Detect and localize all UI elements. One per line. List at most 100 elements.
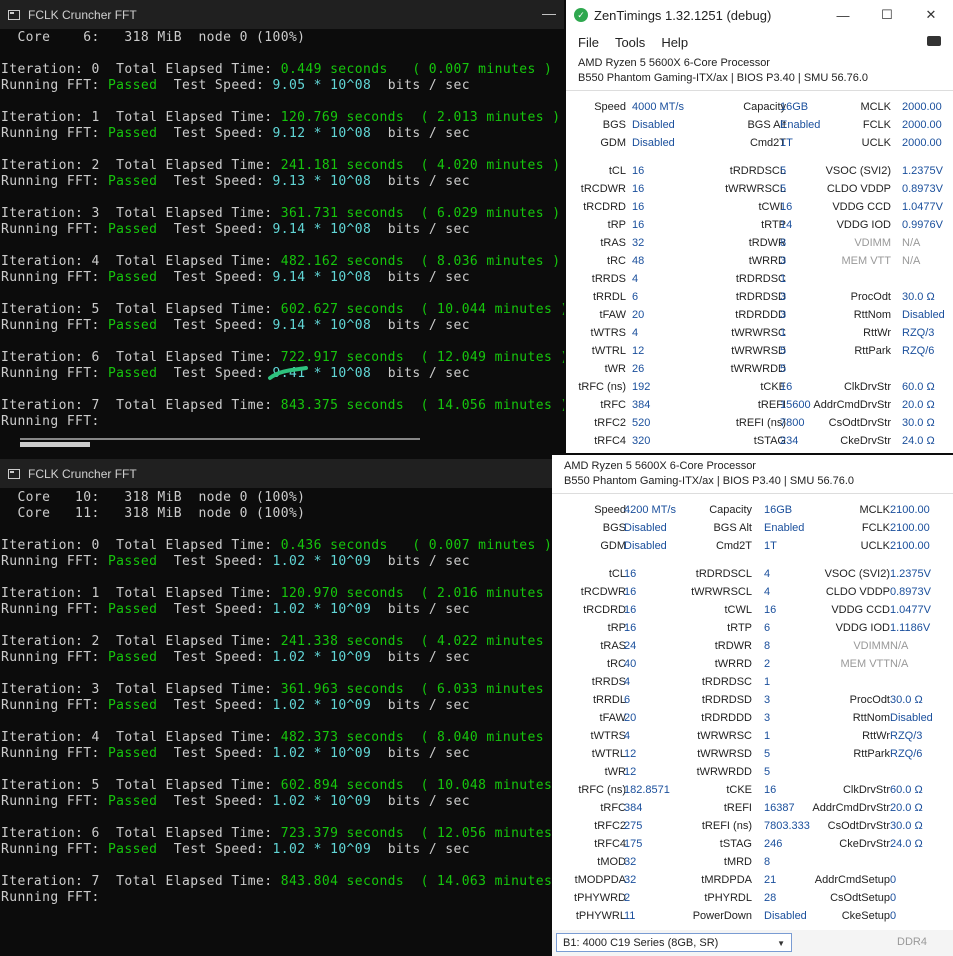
maximize-button[interactable]: ☐ <box>865 0 909 30</box>
timing-value: 4 <box>632 327 639 339</box>
timing-value: 3 <box>764 712 771 724</box>
terminal-text: Running FFT: <box>1 126 108 141</box>
terminal-line: Running FFT: Passed Test Speed: 1.02 * 1… <box>1 602 552 618</box>
zentimings-window-top[interactable]: ✓ ZenTimings 1.32.1251 (debug) — ☐ ✕ Fil… <box>566 0 953 453</box>
timing-label: tPHYWRL <box>575 910 626 922</box>
timing-value: 32 <box>624 874 637 886</box>
screenshot-camera-icon[interactable] <box>927 36 941 46</box>
timing-value: 48 <box>632 255 645 267</box>
timing-value: 175 <box>624 838 643 850</box>
terminal-line: Iteration: 5 Total Elapsed Time: 602.894… <box>1 778 552 794</box>
minimize-icon[interactable]: — <box>542 5 556 21</box>
timing-label: ProcOdt <box>850 291 891 303</box>
zentimings-titlebar[interactable]: ✓ ZenTimings 1.32.1251 (debug) — ☐ ✕ <box>566 0 953 30</box>
timing-label: tWRWRDD <box>730 363 786 375</box>
timing-row: tRRDS 4 tRDRDSC 1 <box>552 676 953 694</box>
minimize-button[interactable]: — <box>821 0 865 30</box>
timing-row: tMOD 32 tMRD 8 <box>552 856 953 874</box>
timing-label: tRDRDSD <box>701 694 752 706</box>
terminal-window-bottom[interactable]: FCLK Cruncher FFT Core 10: 318 MiB node … <box>0 459 552 956</box>
timing-row: tRP 16 tRTP 6 VDDG IOD 1.1186V <box>552 622 953 640</box>
timing-value: 0.9976V <box>902 219 943 231</box>
terminal-titlebar[interactable]: FCLK Cruncher FFT <box>0 459 552 488</box>
terminal-line: Running FFT: Passed Test Speed: 1.02 * 1… <box>1 698 552 714</box>
menu-file[interactable]: File <box>578 35 599 50</box>
timing-row: tWTRL 12 tWRWRSD 5 RttPark RZQ/6 <box>552 748 953 766</box>
terminal-text: Test Speed: <box>157 746 273 761</box>
terminal-text: 361.963 seconds ( 6.033 minutes ) <box>280 682 552 697</box>
timing-label: BGS <box>602 119 626 131</box>
timing-label: tRFC4 <box>594 838 626 850</box>
timing-label: VDDG CCD <box>832 201 891 213</box>
terminal-line: Iteration: 0 Total Elapsed Time: 0.436 s… <box>1 538 552 554</box>
timing-label: tCL <box>608 165 626 177</box>
terminal-text: Passed <box>107 222 158 237</box>
terminal-text: bits / sec <box>371 746 470 761</box>
timing-label: tRDRDDD <box>735 309 786 321</box>
terminal-text: 843.375 seconds ( 14.056 minutes ) <box>280 398 564 413</box>
timing-value: 16 <box>624 622 637 634</box>
terminal-text: 9.13 * 10^08 <box>272 174 372 189</box>
terminal-scrollbar-thumb[interactable] <box>20 442 90 447</box>
timing-value: 16 <box>624 586 637 598</box>
terminal-line: Running FFT: Passed Test Speed: 9.13 * 1… <box>1 174 564 190</box>
terminal-text: Iteration: 3 Total Elapsed Time: <box>1 682 281 697</box>
terminal-text: Test Speed: <box>157 842 273 857</box>
timing-value: 11 <box>624 910 636 922</box>
timing-row: tWTRS 4 tWRWRSC 1 RttWr RZQ/3 <box>566 327 953 345</box>
menu-help[interactable]: Help <box>661 35 688 50</box>
timing-label: tRCDRD <box>583 201 626 213</box>
timing-value: 2 <box>764 658 771 670</box>
timing-value: 5 <box>780 183 787 195</box>
timing-label: VSOC (SVI2) <box>825 165 891 177</box>
memory-module-select[interactable]: B1: 4000 C19 Series (8GB, SR) ▼ <box>556 933 792 952</box>
menu-bar: File Tools Help <box>566 30 953 54</box>
terminal-line: Iteration: 6 Total Elapsed Time: 722.917… <box>1 350 564 366</box>
timing-value: 4 <box>624 676 631 688</box>
terminal-output: Core 10: 318 MiB node 0 (100%) Core 11: … <box>0 490 552 906</box>
timing-label: CsOdtDrvStr <box>827 820 890 832</box>
timing-label: tWRWRSD <box>731 345 786 357</box>
timing-label: tRRDS <box>591 273 626 285</box>
timing-label: GDM <box>600 137 626 149</box>
terminal-line: Running FFT: Passed Test Speed: 1.02 * 1… <box>1 746 552 762</box>
terminal-text: Running FFT: <box>1 366 108 381</box>
terminal-text: Test Speed: <box>157 174 273 189</box>
timing-label: tREFI (ns) <box>701 820 752 832</box>
close-button[interactable]: ✕ <box>909 0 953 30</box>
terminal-titlebar[interactable]: FCLK Cruncher FFT — <box>0 0 564 29</box>
terminal-line: Iteration: 6 Total Elapsed Time: 723.379… <box>1 826 552 842</box>
terminal-scrollbar-track[interactable] <box>20 438 420 440</box>
terminal-text: 602.627 seconds ( 10.044 minutes ) <box>280 302 564 317</box>
timing-value: 4 <box>632 273 639 285</box>
timing-value: 2000.00 <box>902 119 942 131</box>
timing-label: Capacity <box>709 504 752 516</box>
zentimings-window-bottom[interactable]: AMD Ryzen 5 5600X 6-Core Processor B550 … <box>552 455 953 956</box>
terminal-line: Running FFT: Passed Test Speed: 1.02 * 1… <box>1 794 552 810</box>
timing-value: 16 <box>764 784 777 796</box>
terminal-title: FCLK Cruncher FFT <box>28 466 137 481</box>
timing-value: 2000.00 <box>902 137 942 149</box>
pen-annotation <box>268 366 308 380</box>
timing-label: RttNom <box>853 309 891 321</box>
timing-label: RttPark <box>854 345 891 357</box>
terminal-text: Iteration: 7 Total Elapsed Time: <box>1 398 281 413</box>
timing-value: 21 <box>764 874 777 886</box>
timing-value: 8 <box>764 640 771 652</box>
terminal-window-top[interactable]: FCLK Cruncher FFT — Core 6: 318 MiB node… <box>0 0 564 450</box>
menu-tools[interactable]: Tools <box>615 35 645 50</box>
timing-value: 2 <box>624 892 631 904</box>
terminal-text: Running FFT: <box>1 842 108 857</box>
timing-row: tRRDL 6 tRDRDSD 3 ProcOdt 30.0 Ω <box>552 694 953 712</box>
timing-value: 1T <box>780 137 793 149</box>
timing-value: 1 <box>764 676 771 688</box>
timing-label: VDDG IOD <box>836 219 891 231</box>
timing-value: 182.8571 <box>624 784 670 796</box>
timing-label: CkeDrvStr <box>840 435 891 447</box>
timing-label: tWRWRSCL <box>691 586 752 598</box>
timing-value: 30.0 Ω <box>890 694 923 706</box>
